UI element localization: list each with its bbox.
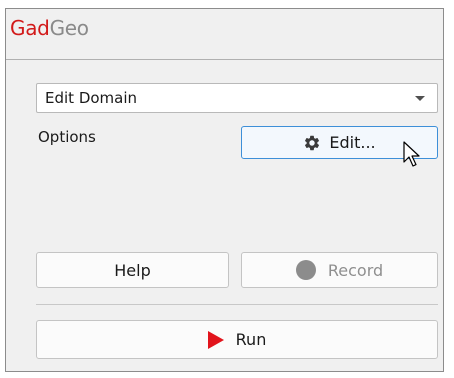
chevron-down-icon bbox=[415, 95, 425, 101]
button-separator bbox=[36, 304, 438, 305]
edit-domain-select[interactable]: Edit Domain bbox=[36, 83, 438, 113]
app-title: GadGeo bbox=[10, 14, 89, 42]
app-title-part2: Geo bbox=[49, 16, 89, 40]
help-button[interactable]: Help bbox=[36, 252, 229, 288]
mouse-pointer-icon bbox=[403, 141, 420, 167]
options-label: Options bbox=[38, 128, 96, 146]
gear-icon bbox=[305, 135, 320, 150]
run-button[interactable]: Run bbox=[36, 320, 438, 359]
record-button[interactable]: Record bbox=[241, 252, 438, 288]
app-title-part1: Gad bbox=[10, 16, 50, 40]
record-button-label: Record bbox=[327, 260, 384, 280]
edit-domain-select-value: Edit Domain bbox=[45, 89, 138, 107]
help-button-label: Help bbox=[114, 260, 151, 280]
gadgeo-panel bbox=[5, 8, 444, 372]
header-divider bbox=[6, 59, 443, 60]
record-circle-icon bbox=[295, 260, 316, 280]
run-button-label: Run bbox=[235, 330, 267, 349]
play-icon bbox=[207, 330, 224, 349]
edit-options-button-label: Edit... bbox=[329, 133, 376, 152]
